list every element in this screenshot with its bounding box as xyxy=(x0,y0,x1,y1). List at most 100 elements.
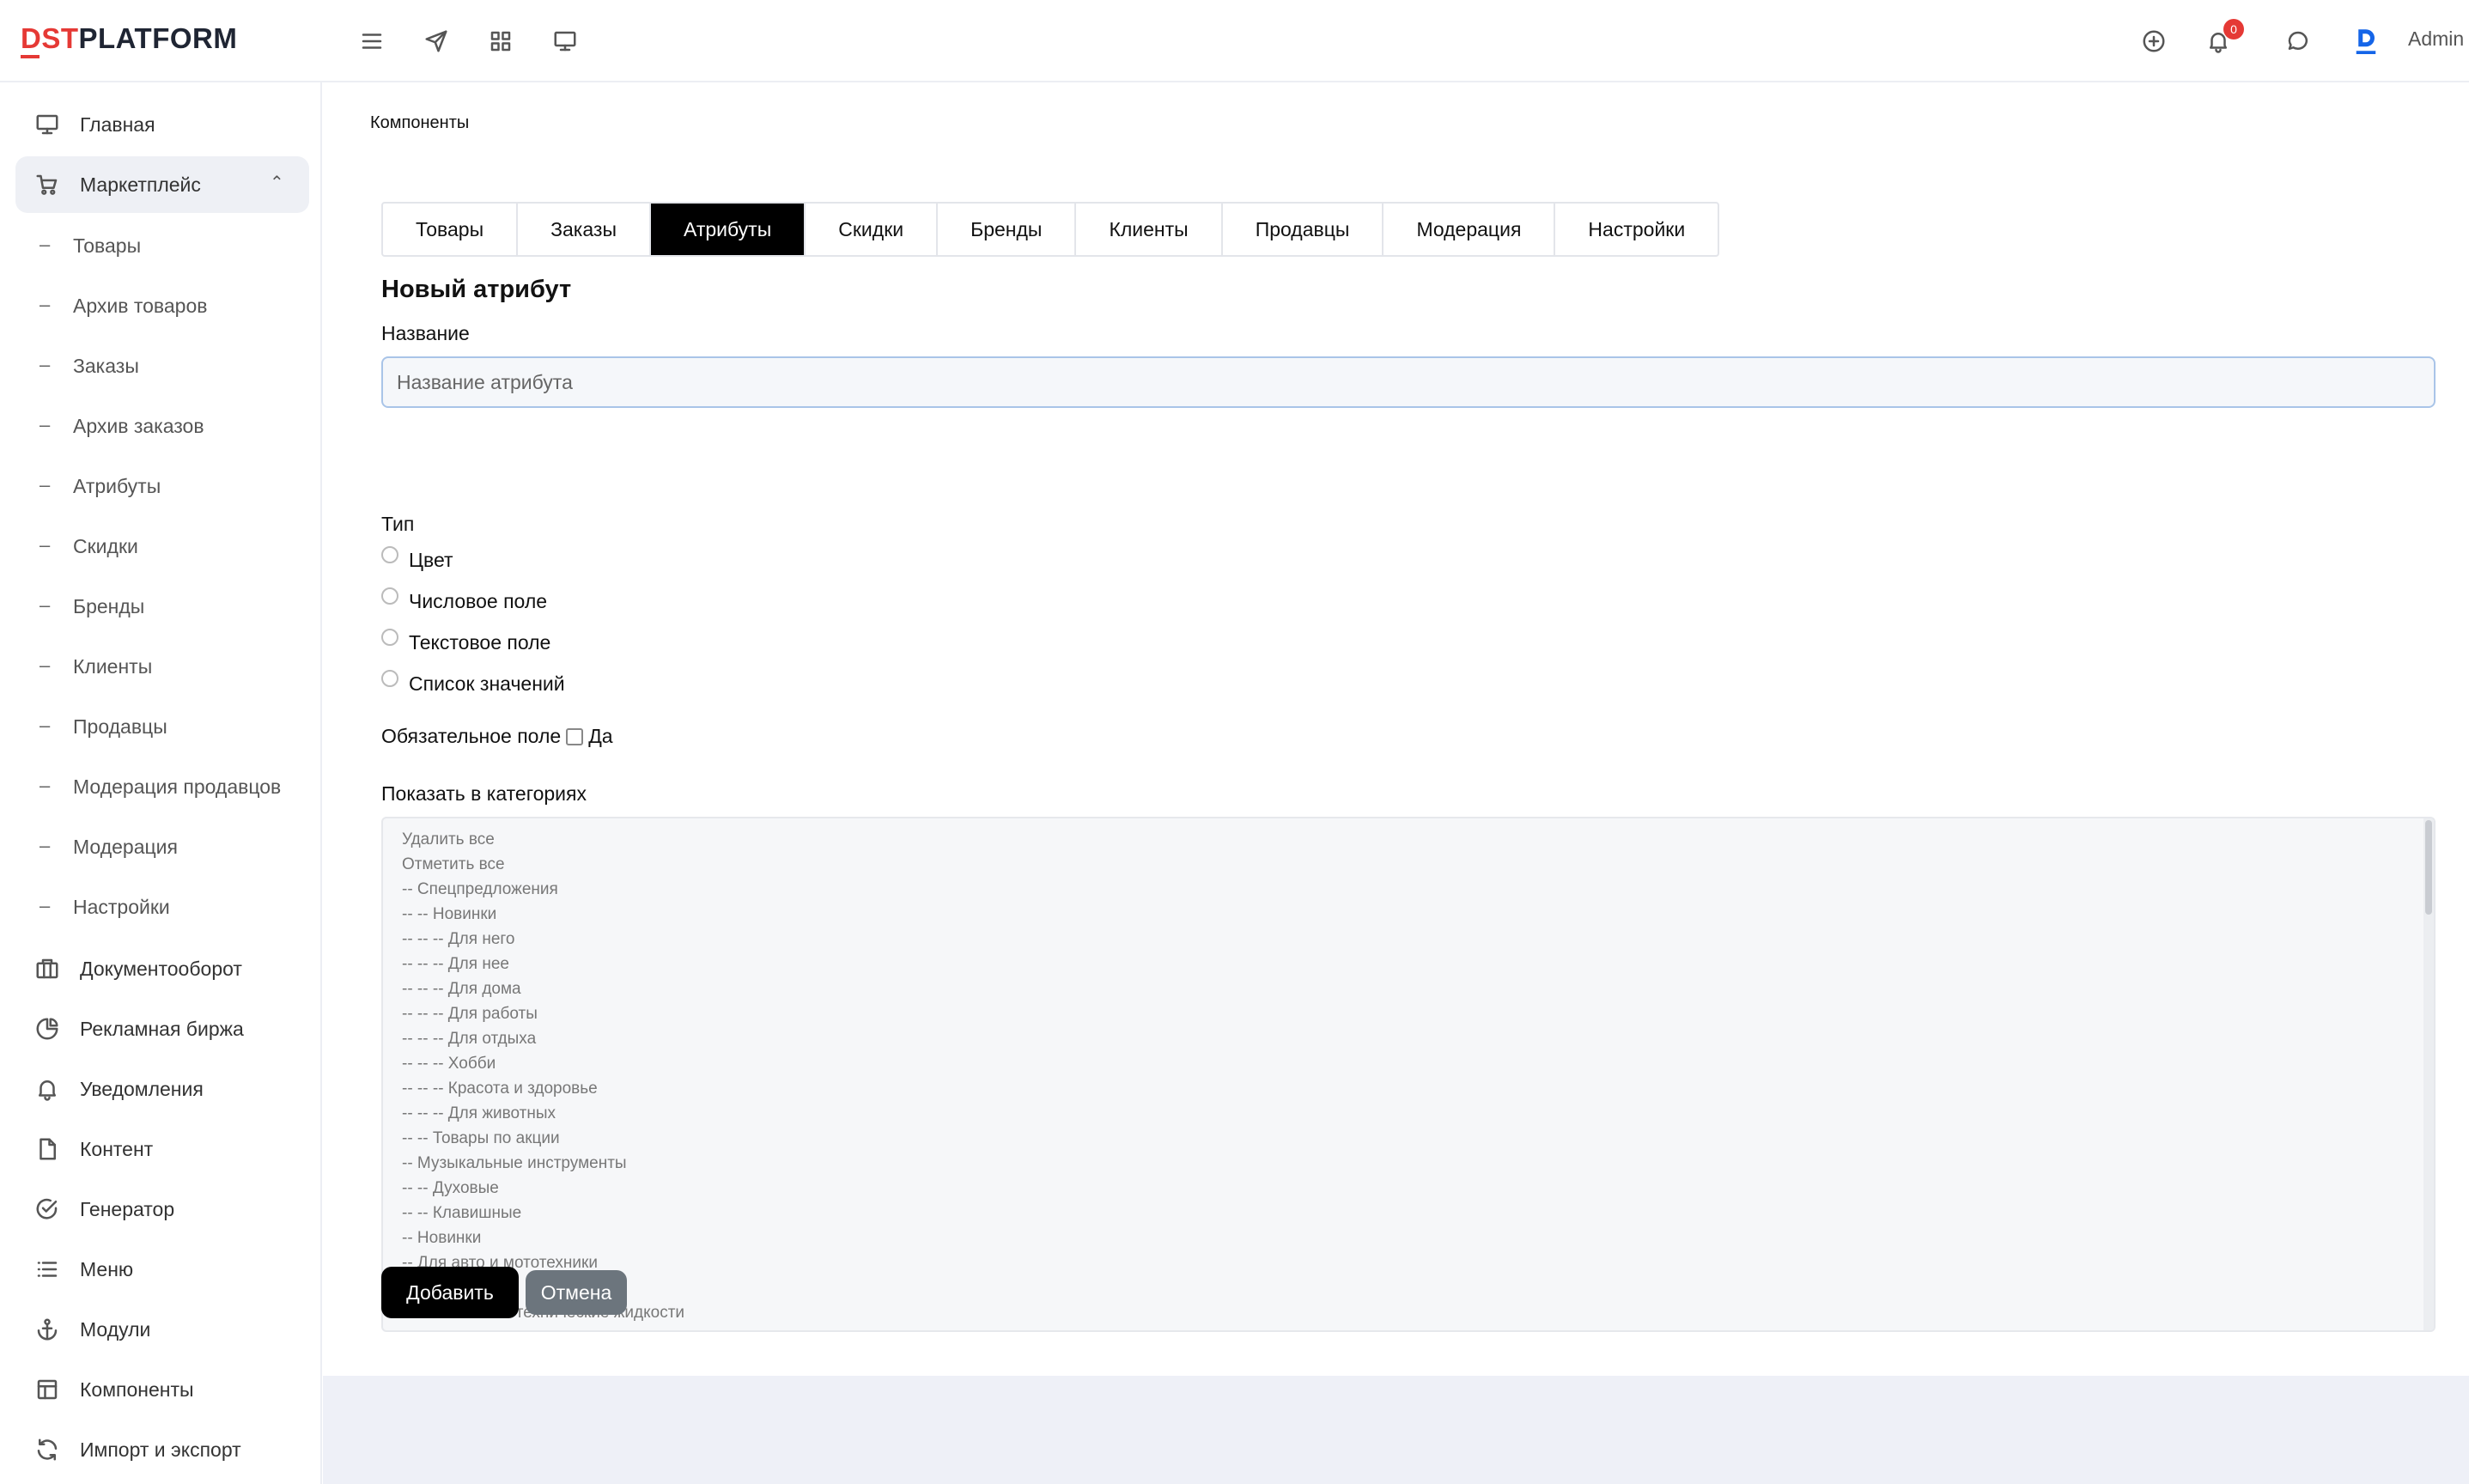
monitor-icon[interactable] xyxy=(548,24,582,58)
required-option-label[interactable]: Да xyxy=(588,725,612,748)
sidebar-subitem-7[interactable]: – Бренды xyxy=(15,579,309,630)
category-option[interactable]: -- -- -- Хобби xyxy=(402,1051,684,1076)
categories-scrollbar[interactable] xyxy=(2423,818,2434,1330)
menu-icon[interactable] xyxy=(355,24,389,58)
category-option[interactable]: -- -- -- Для отдыха xyxy=(402,1026,684,1051)
sidebar-item-5[interactable]: Уведомления xyxy=(15,1061,309,1117)
sidebar-subitem-label: Клиенты xyxy=(73,655,153,678)
sidebar-subitem-3[interactable]: – Заказы xyxy=(15,338,309,390)
sidebar-subitem-11[interactable]: – Модерация xyxy=(15,819,309,871)
radio-button[interactable] xyxy=(381,587,398,605)
category-option[interactable]: -- -- Клавишные xyxy=(402,1201,684,1226)
tab-brands[interactable]: Бренды xyxy=(938,204,1077,255)
user-logo-icon[interactable] xyxy=(2349,24,2383,58)
category-option[interactable]: -- -- Духовые xyxy=(402,1176,684,1201)
type-option-color[interactable]: Цвет xyxy=(381,544,453,575)
sidebar-item-9[interactable]: Модули xyxy=(15,1301,309,1358)
breadcrumb[interactable]: Компоненты xyxy=(370,113,469,133)
name-label: Название xyxy=(381,322,470,344)
category-option[interactable]: Удалить все xyxy=(402,827,684,852)
sidebar-subitem-6[interactable]: – Скидки xyxy=(15,519,309,570)
radio-button[interactable] xyxy=(381,546,398,563)
category-option[interactable]: -- Музыкальные инструменты xyxy=(402,1151,684,1176)
category-option[interactable]: -- Новинки xyxy=(402,1226,684,1250)
send-icon[interactable] xyxy=(419,24,453,58)
sidebar-subitem-12[interactable]: – Настройки xyxy=(15,879,309,931)
sidebar-item-4[interactable]: Рекламная биржа xyxy=(15,1000,309,1057)
sidebar-item-7[interactable]: Генератор xyxy=(15,1181,309,1238)
category-option[interactable]: -- Спецпредложения xyxy=(402,877,684,902)
tab-moderation[interactable]: Модерация xyxy=(1383,204,1556,255)
sidebar-item-3[interactable]: Документооборот xyxy=(15,940,309,997)
sidebar-subitem-4[interactable]: – Архив заказов xyxy=(15,398,309,450)
sidebar-subitem-1[interactable]: – Товары xyxy=(15,218,309,270)
dash-icon: – xyxy=(40,294,51,315)
sidebar-subitem-label: Настройки xyxy=(73,896,170,918)
sidebar-subitem-9[interactable]: – Продавцы xyxy=(15,699,309,751)
dash-icon: – xyxy=(40,835,51,856)
type-option-text[interactable]: Текстовое поле xyxy=(381,627,550,658)
category-option[interactable]: -- -- -- Красота и здоровье xyxy=(402,1076,684,1101)
footer-band xyxy=(323,1376,2469,1484)
chat-icon[interactable] xyxy=(2281,24,2315,58)
category-option[interactable]: Отметить все xyxy=(402,852,684,877)
radio-button[interactable] xyxy=(381,629,398,646)
sidebar-item-10[interactable]: Компоненты xyxy=(15,1361,309,1418)
sidebar-subitem-label: Заказы xyxy=(73,355,139,377)
sidebar-subitem-2[interactable]: – Архив товаров xyxy=(15,278,309,330)
category-option[interactable]: -- -- -- Для него xyxy=(402,927,684,952)
plus-circle-icon[interactable] xyxy=(2137,24,2171,58)
cancel-button[interactable]: Отмена xyxy=(526,1270,627,1315)
list-icon xyxy=(34,1256,60,1282)
sidebar-item-1[interactable]: Главная xyxy=(15,96,309,153)
sidebar-item-label: Уведомления xyxy=(80,1078,204,1100)
type-option-list[interactable]: Список значений xyxy=(381,668,565,699)
sidebar-item-2[interactable]: Маркетплейс ⌃ xyxy=(15,156,309,213)
radio-label: Цвет xyxy=(409,548,453,571)
chevron-up-icon[interactable]: ⌃ xyxy=(270,172,284,193)
logo-part-dst: DST xyxy=(21,22,79,54)
category-option[interactable]: -- -- Товары по акции xyxy=(402,1126,684,1151)
grid-icon[interactable] xyxy=(483,24,518,58)
sidebar-subitem-label: Атрибуты xyxy=(73,475,161,497)
dash-icon: – xyxy=(40,594,51,616)
sidebar-subitem-label: Товары xyxy=(73,234,142,257)
sidebar-subitem-5[interactable]: – Атрибуты xyxy=(15,459,309,510)
tab-attributes[interactable]: Атрибуты xyxy=(651,204,806,255)
user-name[interactable]: Admin xyxy=(2408,27,2464,51)
tab-sellers[interactable]: Продавцы xyxy=(1223,204,1384,255)
notification-badge: 0 xyxy=(2223,19,2244,40)
sidebar-subitem-10[interactable]: – Модерация продавцов xyxy=(15,759,309,811)
scrollbar-thumb[interactable] xyxy=(2425,820,2432,915)
category-option[interactable]: -- -- -- Для дома xyxy=(402,976,684,1001)
category-option[interactable]: -- -- -- Для нее xyxy=(402,952,684,976)
sidebar-item-6[interactable]: Контент xyxy=(15,1121,309,1177)
add-button[interactable]: Добавить xyxy=(381,1267,519,1318)
type-label: Тип xyxy=(381,513,415,535)
sidebar-subitem-8[interactable]: – Клиенты xyxy=(15,639,309,690)
tab-discounts[interactable]: Скидки xyxy=(806,204,939,255)
sidebar-item-8[interactable]: Меню xyxy=(15,1241,309,1298)
sidebar-item-label: Главная xyxy=(80,113,155,136)
dash-icon: – xyxy=(40,414,51,435)
dash-icon: – xyxy=(40,654,51,676)
tab-orders[interactable]: Заказы xyxy=(518,204,651,255)
monitor-icon xyxy=(34,112,60,137)
bell-icon xyxy=(34,1076,60,1102)
sidebar-item-11[interactable]: Импорт и экспорт xyxy=(15,1421,309,1478)
categories-multiselect[interactable]: Удалить все Отметить все -- Спецпредложени… xyxy=(381,817,2436,1332)
sidebar-subitem-label: Архив заказов xyxy=(73,415,204,437)
sidebar-item-label: Маркетплейс xyxy=(80,173,201,196)
tab-clients[interactable]: Клиенты xyxy=(1076,204,1223,255)
category-option[interactable]: -- -- -- Для животных xyxy=(402,1101,684,1126)
category-option[interactable]: -- -- -- Для работы xyxy=(402,1001,684,1026)
required-checkbox[interactable] xyxy=(566,727,584,745)
radio-button[interactable] xyxy=(381,670,398,687)
tab-settings[interactable]: Настройки xyxy=(1555,204,1718,255)
type-option-number[interactable]: Числовое поле xyxy=(381,586,547,617)
category-option[interactable]: -- -- Новинки xyxy=(402,902,684,927)
radio-label: Список значений xyxy=(409,672,565,695)
attribute-name-input[interactable] xyxy=(381,356,2436,408)
tab-products[interactable]: Товары xyxy=(383,204,519,255)
platform-logo[interactable]: DSTPLATFORM xyxy=(21,22,237,65)
